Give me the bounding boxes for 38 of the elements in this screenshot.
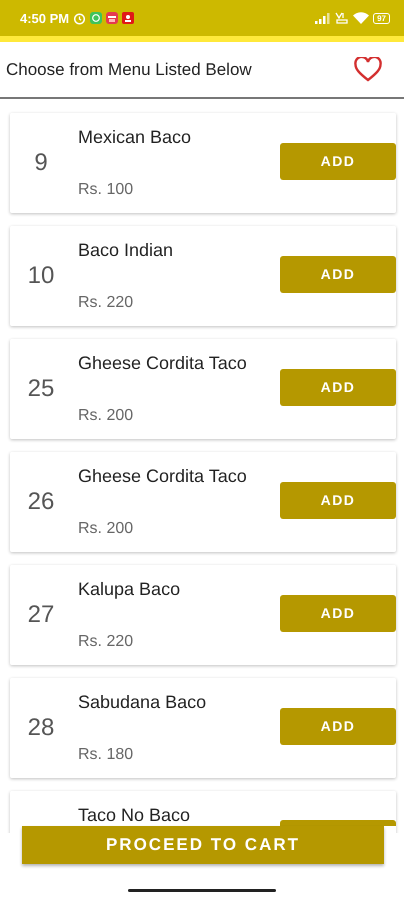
add-button[interactable]: ADD (280, 368, 396, 406)
alarm-icon (73, 12, 86, 24)
item-price: Rs. 220 (78, 633, 134, 651)
item-price: Rs. 200 (78, 520, 134, 538)
item-name: Gheese Cordita Taco (78, 466, 248, 487)
proceed-to-cart-button[interactable]: PROCEED TO CART (22, 826, 384, 864)
app-icon (106, 12, 118, 24)
battery-icon: 97 (373, 12, 390, 24)
add-button[interactable]: ADD (280, 256, 396, 292)
wifi-icon (353, 12, 370, 24)
item-number: 9 (34, 149, 48, 177)
item-number: 10 (28, 262, 54, 290)
status-time: 4:50 PM (20, 10, 70, 26)
item-name: Sabudana Baco (78, 692, 208, 713)
app-icon (122, 12, 134, 24)
add-button[interactable] (280, 820, 396, 826)
item-number: 27 (28, 601, 54, 629)
item-price: Rs. 100 (78, 181, 134, 199)
page-title: Choose from Menu Listed Below (6, 60, 253, 80)
item-number: 28 (28, 714, 54, 742)
item-name: Taco No Baco (78, 805, 192, 826)
item-price: Rs. 220 (78, 294, 134, 312)
add-button[interactable]: ADD (280, 594, 396, 632)
home-indicator[interactable] (128, 889, 276, 892)
item-name: Kalupa Baco (78, 579, 182, 600)
item-number: 26 (28, 488, 54, 516)
item-price: Rs. 180 (78, 746, 134, 764)
item-name: Mexican Baco (78, 127, 192, 148)
item-number: 25 (28, 375, 54, 403)
item-name: Gheese Cordita Taco (78, 353, 248, 374)
signal-icon (315, 12, 332, 24)
chat-app-icon (90, 12, 102, 24)
heart-icon[interactable] (354, 57, 382, 82)
item-price: Rs. 200 (78, 407, 134, 425)
add-button[interactable]: ADD (280, 708, 396, 744)
item-name: Baco Indian (78, 240, 174, 261)
add-button[interactable]: ADD (280, 482, 396, 518)
add-button[interactable]: ADD (280, 142, 396, 180)
